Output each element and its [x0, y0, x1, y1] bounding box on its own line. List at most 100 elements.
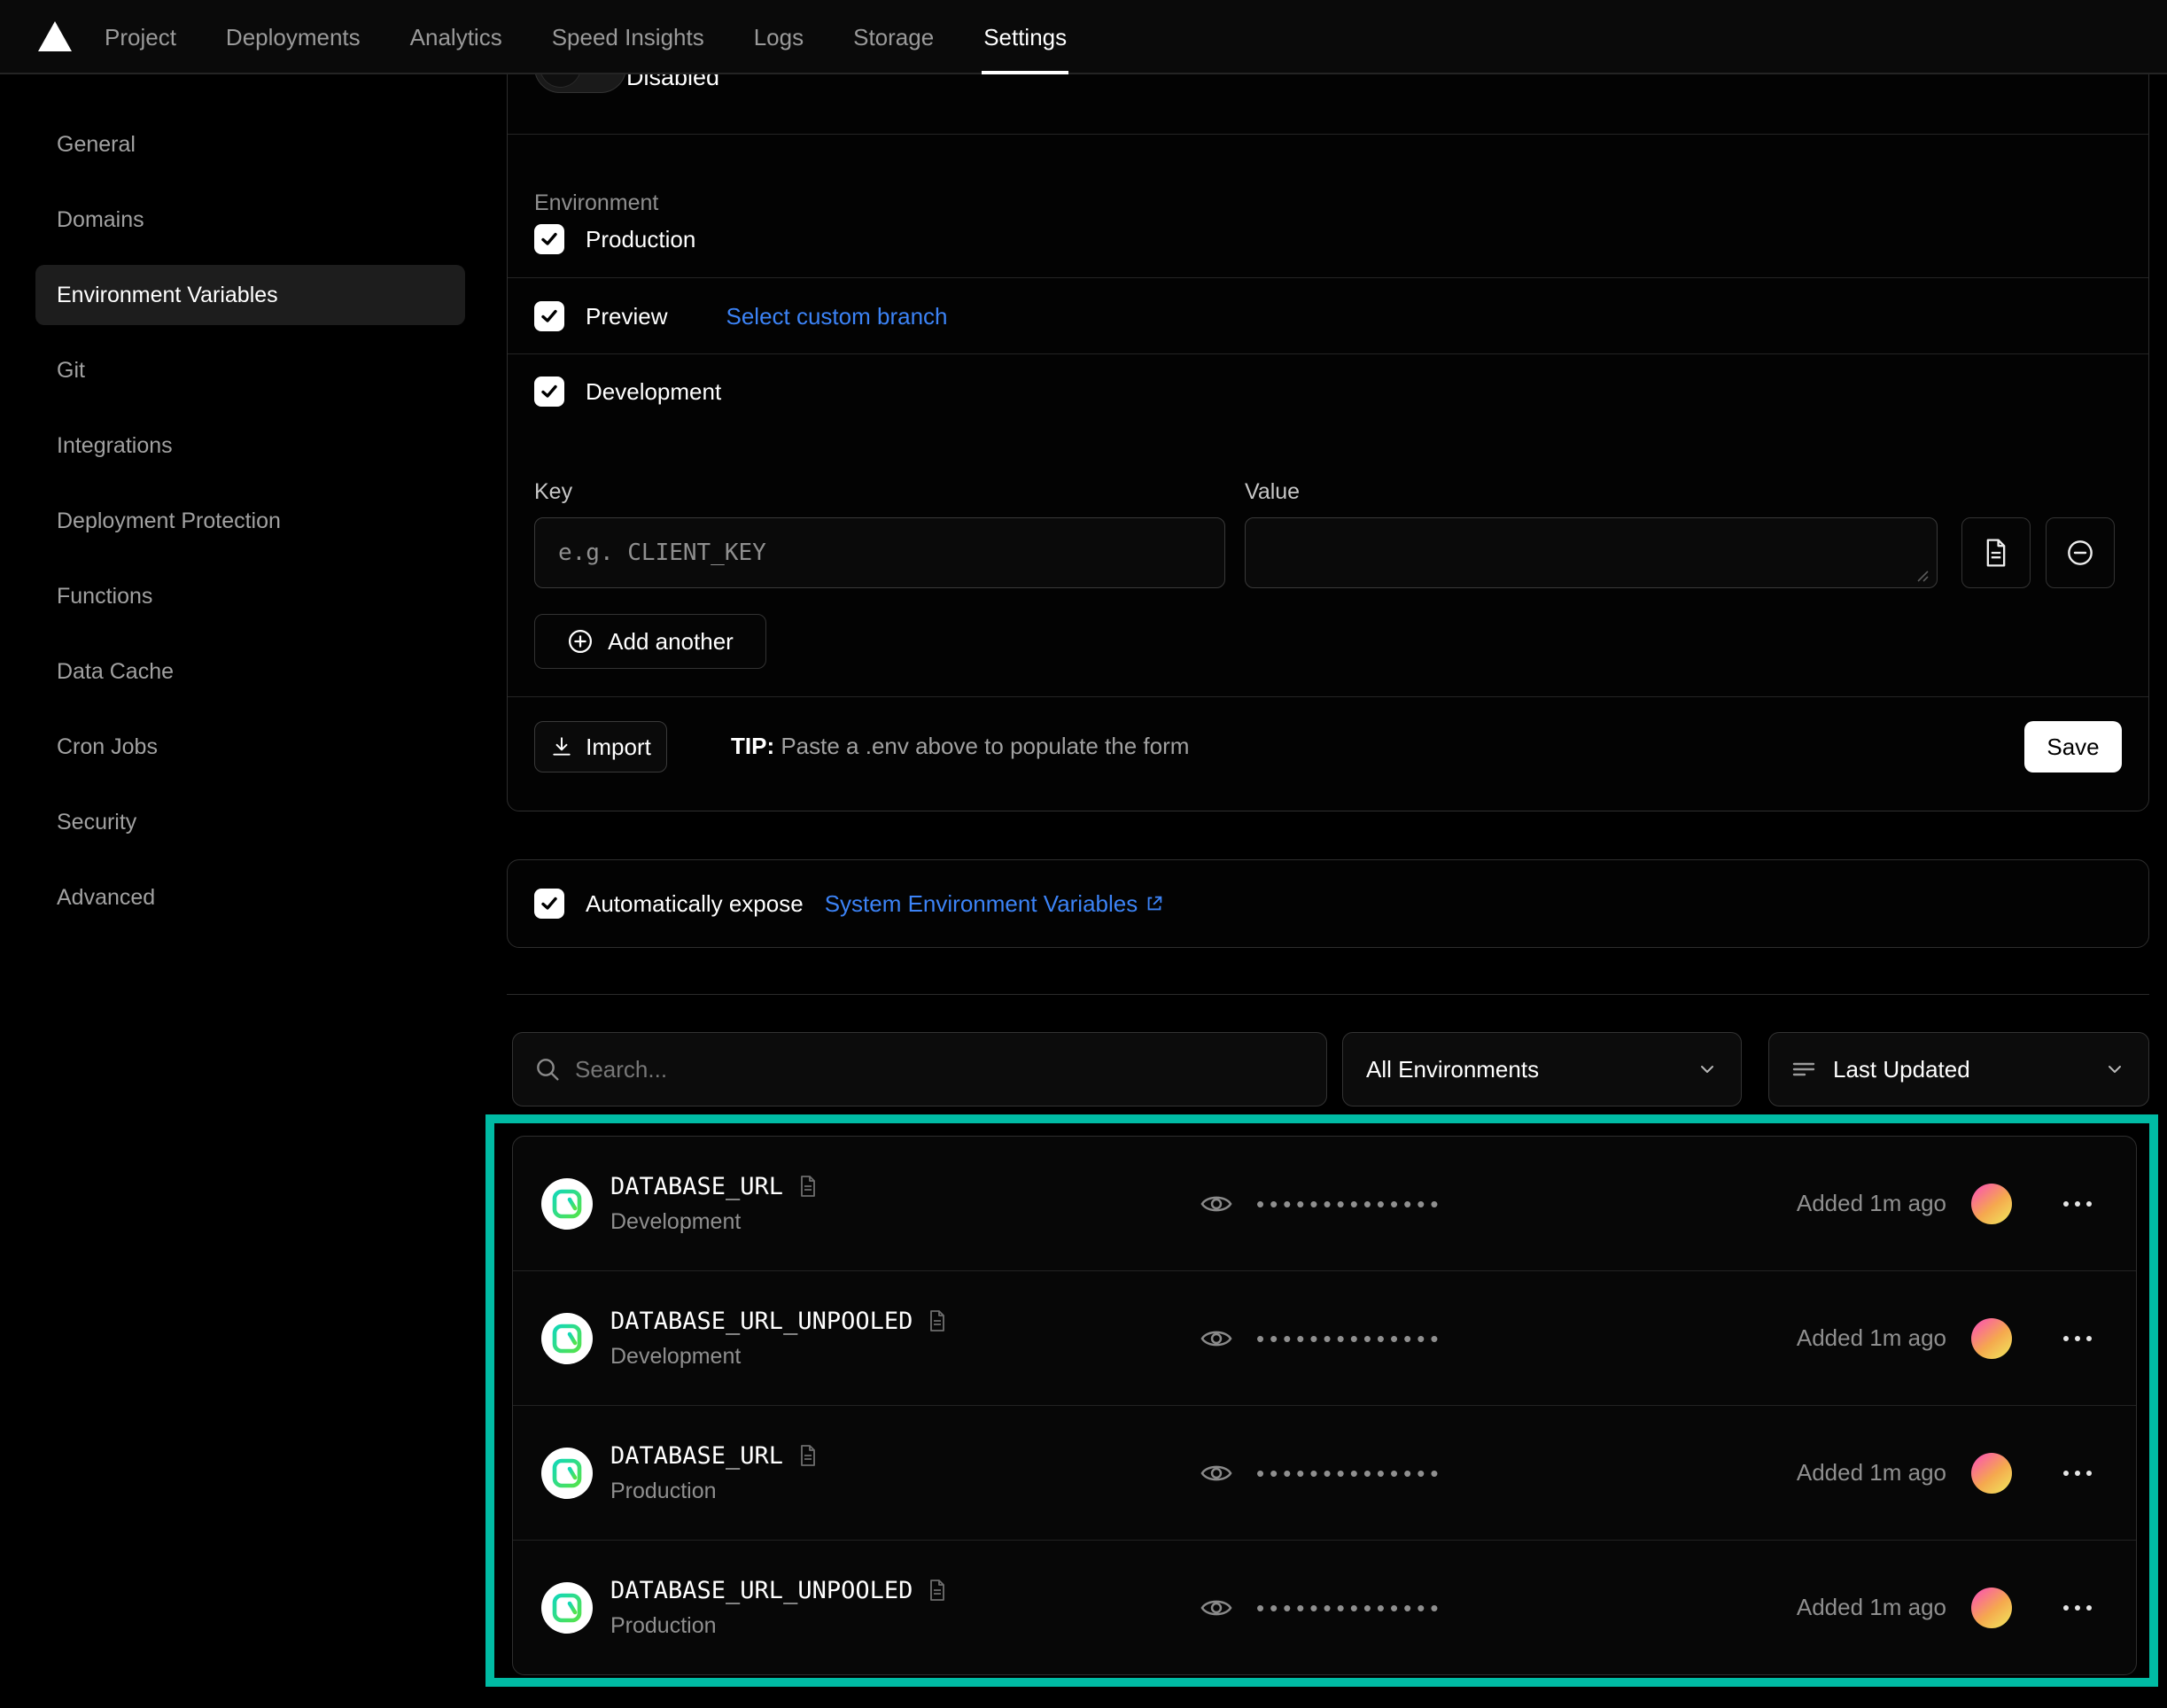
search-input[interactable] — [512, 1032, 1327, 1106]
added-timestamp: Added 1m ago — [1797, 1190, 1946, 1217]
search-field — [512, 1032, 1327, 1106]
sort-icon — [1792, 1059, 1817, 1080]
neon-logo-icon — [550, 1187, 584, 1221]
reveal-value-eye-icon[interactable] — [1200, 1191, 1233, 1217]
vercel-logo-icon[interactable] — [35, 19, 74, 54]
tab-project[interactable]: Project — [105, 0, 176, 74]
reveal-value-eye-icon[interactable] — [1200, 1325, 1233, 1352]
sidebar-item-domains[interactable]: Domains — [35, 190, 465, 250]
row-menu-button[interactable] — [2058, 1196, 2097, 1212]
import-button[interactable]: Import — [534, 721, 667, 772]
tip-text: TIP: Paste a .env above to populate the … — [731, 733, 1189, 760]
user-avatar — [1971, 1453, 2012, 1494]
env-var-row: DATABASE_URL_UNPOOLED Development — [513, 1270, 2136, 1405]
environment-filter-dropdown[interactable]: All Environments — [1342, 1032, 1742, 1106]
environment-option-preview: Preview Select custom branch — [534, 301, 948, 331]
neon-logo-icon — [550, 1591, 584, 1625]
expose-checkbox[interactable] — [534, 889, 564, 919]
user-avatar — [1971, 1318, 2012, 1359]
system-env-expose-card: Automatically expose System Environment … — [507, 859, 2149, 948]
tab-analytics[interactable]: Analytics — [410, 0, 502, 74]
divider — [508, 696, 2148, 697]
note-icon[interactable] — [927, 1579, 948, 1602]
sort-dropdown[interactable]: Last Updated — [1768, 1032, 2149, 1106]
add-another-label: Add another — [608, 628, 734, 656]
masked-value: •••••••••••••• — [1256, 1192, 1443, 1215]
development-label: Development — [586, 378, 721, 406]
added-timestamp: Added 1m ago — [1797, 1324, 1946, 1352]
neon-logo-icon — [550, 1456, 584, 1490]
preview-checkbox[interactable] — [534, 301, 564, 331]
env-var-environment: Production — [610, 1479, 819, 1504]
env-var-row: DATABASE_URL_UNPOOLED Production — [513, 1540, 2136, 1674]
neon-integration-avatar — [541, 1448, 593, 1499]
user-avatar — [1971, 1588, 2012, 1628]
environment-variables-settings-page: Disabled Environment Production Preview … — [0, 0, 2167, 1708]
tab-deployments[interactable]: Deployments — [226, 0, 361, 74]
sidebar-item-integrations[interactable]: Integrations — [35, 415, 465, 476]
sidebar-item-environment-variables[interactable]: Environment Variables — [35, 265, 465, 325]
system-env-variables-link[interactable]: System Environment Variables — [825, 890, 1165, 918]
check-icon — [540, 383, 558, 400]
row-menu-button[interactable] — [2058, 1465, 2097, 1481]
key-label: Key — [534, 479, 572, 505]
value-textarea[interactable] — [1245, 517, 1938, 588]
env-var-environment: Production — [610, 1613, 948, 1639]
top-nav: Project Deployments Analytics Speed Insight… — [0, 0, 2167, 74]
environment-filter-value: All Environments — [1366, 1056, 1539, 1083]
divider — [508, 134, 2148, 135]
sidebar-item-advanced[interactable]: Advanced — [35, 867, 465, 928]
sidebar-item-git[interactable]: Git — [35, 340, 465, 400]
neon-integration-avatar — [541, 1178, 593, 1230]
env-var-name: DATABASE_URL_UNPOOLED — [610, 1308, 913, 1335]
production-checkbox[interactable] — [534, 224, 564, 254]
sidebar-item-cron-jobs[interactable]: Cron Jobs — [35, 717, 465, 777]
search-icon — [533, 1055, 562, 1083]
env-var-create-card: Disabled Environment Production Preview … — [507, 23, 2149, 811]
sidebar-item-deployment-protection[interactable]: Deployment Protection — [35, 491, 465, 551]
sidebar-item-general[interactable]: General — [35, 114, 465, 175]
paste-env-file-button[interactable] — [1961, 517, 2031, 588]
remove-row-button[interactable] — [2046, 517, 2115, 588]
key-input[interactable] — [534, 517, 1225, 588]
reveal-value-eye-icon[interactable] — [1200, 1595, 1233, 1621]
value-label: Value — [1245, 479, 1300, 505]
row-menu-button[interactable] — [2058, 1600, 2097, 1616]
tab-logs[interactable]: Logs — [754, 0, 804, 74]
section-divider — [507, 994, 2149, 995]
env-vars-list: DATABASE_URL Development ••••••• — [512, 1136, 2137, 1675]
neon-integration-avatar — [541, 1313, 593, 1364]
user-avatar — [1971, 1184, 2012, 1224]
env-var-row: DATABASE_URL Production •••••••• — [513, 1405, 2136, 1540]
reveal-value-eye-icon[interactable] — [1200, 1460, 1233, 1487]
note-icon[interactable] — [797, 1444, 819, 1467]
download-icon — [550, 735, 573, 758]
preview-label: Preview — [586, 303, 667, 330]
development-checkbox[interactable] — [534, 377, 564, 407]
divider — [508, 277, 2148, 278]
tab-speed-insights[interactable]: Speed Insights — [552, 0, 704, 74]
env-var-name: DATABASE_URL — [610, 1173, 783, 1200]
import-label: Import — [586, 734, 651, 761]
minus-circle-icon — [2066, 539, 2094, 567]
select-custom-branch-link[interactable]: Select custom branch — [726, 303, 947, 330]
added-timestamp: Added 1m ago — [1797, 1459, 1946, 1487]
sidebar-item-functions[interactable]: Functions — [35, 566, 465, 626]
note-icon[interactable] — [797, 1175, 819, 1198]
file-text-icon — [1982, 538, 2010, 568]
row-menu-button[interactable] — [2058, 1331, 2097, 1347]
neon-logo-icon — [550, 1322, 584, 1355]
settings-sidebar: General Domains Environment Variables Git In… — [35, 114, 465, 943]
save-button[interactable]: Save — [2024, 721, 2122, 772]
neon-integration-avatar — [541, 1582, 593, 1634]
check-icon — [540, 307, 558, 325]
env-var-environment: Development — [610, 1209, 819, 1235]
sidebar-item-security[interactable]: Security — [35, 792, 465, 852]
tab-settings[interactable]: Settings — [983, 0, 1067, 74]
masked-value: •••••••••••••• — [1256, 1327, 1443, 1350]
tab-storage[interactable]: Storage — [853, 0, 934, 74]
expose-label: Automatically expose — [586, 890, 804, 918]
sidebar-item-data-cache[interactable]: Data Cache — [35, 641, 465, 702]
add-another-button[interactable]: Add another — [534, 614, 766, 669]
note-icon[interactable] — [927, 1309, 948, 1332]
